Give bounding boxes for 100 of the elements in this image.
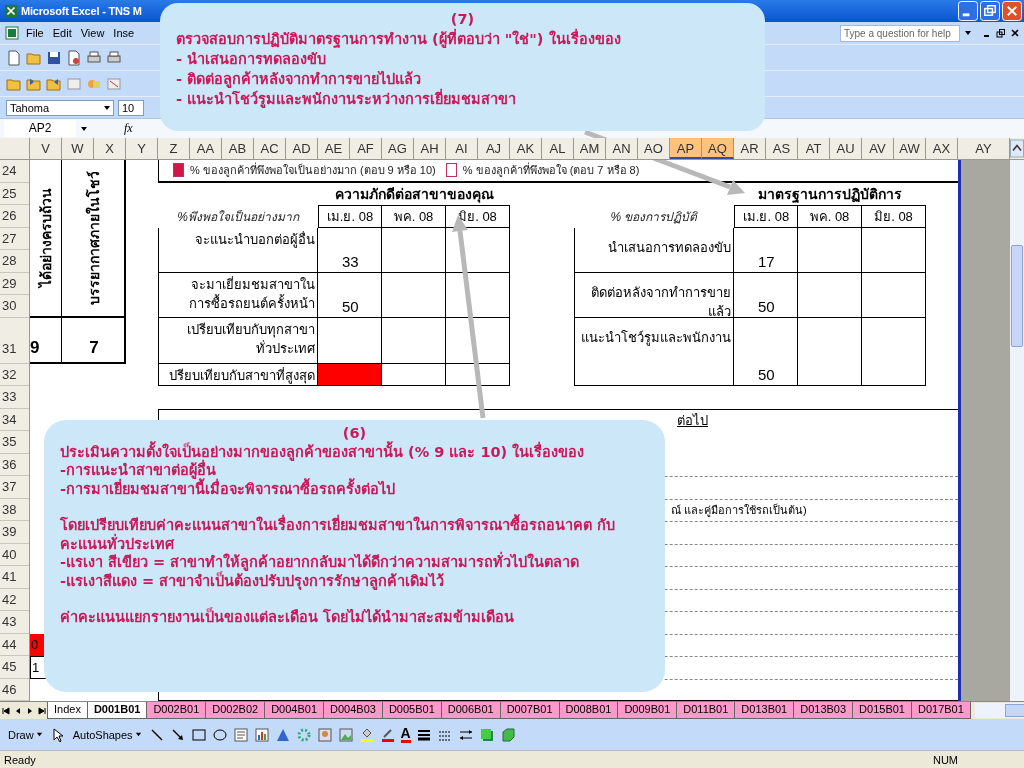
shadow-icon[interactable] xyxy=(478,726,495,743)
row-header[interactable]: 43 xyxy=(0,611,29,634)
row-header[interactable]: 37 xyxy=(0,476,29,499)
line-color-icon[interactable] xyxy=(379,726,396,743)
column-header[interactable]: AA xyxy=(190,138,222,159)
column-header[interactable]: AN xyxy=(606,138,638,159)
last-sheet-icon[interactable] xyxy=(37,705,47,716)
3d-cube-icon[interactable] xyxy=(499,726,516,743)
vertical-scrollbar[interactable] xyxy=(1010,160,1024,701)
sheet-tab[interactable]: D001B01 xyxy=(86,702,148,719)
sheet-tab[interactable]: D009B01 xyxy=(617,702,678,719)
column-header[interactable]: AG xyxy=(382,138,414,159)
row-header[interactable]: 31 xyxy=(0,317,29,364)
sheet-tab[interactable]: D004B03 xyxy=(323,702,383,719)
row-header[interactable]: 42 xyxy=(0,588,29,611)
column-header[interactable]: AJ xyxy=(478,138,510,159)
sheet-tab[interactable]: D013B01 xyxy=(734,702,795,719)
column-header[interactable]: AV xyxy=(862,138,894,159)
new-document-icon[interactable] xyxy=(6,49,22,66)
fill-color-icon[interactable] xyxy=(358,726,375,743)
save-icon[interactable] xyxy=(46,49,62,66)
row-header[interactable]: 24 xyxy=(0,160,29,183)
row-header[interactable]: 29 xyxy=(0,272,29,295)
sheet-tab[interactable]: D017B01 xyxy=(910,702,971,719)
help-search-field[interactable]: Type a question for help xyxy=(840,24,960,42)
sheet-tab[interactable]: D002B02 xyxy=(205,702,266,719)
row-header[interactable]: 36 xyxy=(0,453,29,476)
draw-menu-button[interactable]: Draw xyxy=(6,727,45,742)
name-box[interactable]: AP2 xyxy=(4,120,76,137)
rectangle-icon[interactable] xyxy=(190,726,207,743)
scrollbar-thumb[interactable] xyxy=(1011,245,1023,347)
sheet-tab[interactable]: Index xyxy=(47,702,88,719)
row-header[interactable]: 38 xyxy=(0,498,29,521)
sheet-tab[interactable]: D015B01 xyxy=(852,702,912,719)
font-size-field[interactable]: 10 xyxy=(118,99,144,116)
row-header[interactable]: 44 xyxy=(0,633,29,656)
column-header[interactable]: AX xyxy=(926,138,958,159)
column-header[interactable]: AH xyxy=(414,138,446,159)
chart-icon[interactable] xyxy=(253,726,270,743)
column-header[interactable]: X xyxy=(94,138,126,159)
row-header[interactable]: 39 xyxy=(0,521,29,544)
column-header[interactable]: AT xyxy=(798,138,830,159)
dropdown-arrow-icon[interactable] xyxy=(964,29,972,37)
font-name-field[interactable]: Tahoma xyxy=(6,99,114,116)
sheet-tab[interactable]: D008B01 xyxy=(558,702,619,719)
column-header[interactable]: AR xyxy=(734,138,766,159)
sheet-tab[interactable]: D004B01 xyxy=(264,702,325,719)
restore-icon[interactable] xyxy=(996,28,1006,38)
menu-item[interactable]: Inse xyxy=(113,27,135,39)
column-header[interactable]: AK xyxy=(510,138,542,159)
sheet-tab[interactable]: D011B01 xyxy=(676,702,736,719)
column-header[interactable]: AS xyxy=(766,138,798,159)
dropdown-arrow-icon[interactable] xyxy=(80,124,88,133)
insert-function-button[interactable]: fx xyxy=(124,121,133,136)
column-header[interactable]: AQ xyxy=(702,138,734,159)
column-header[interactable]: AE xyxy=(318,138,350,159)
column-header[interactable]: AW xyxy=(894,138,926,159)
column-header[interactable]: AM xyxy=(574,138,606,159)
column-header[interactable]: AU xyxy=(830,138,862,159)
print-icon[interactable] xyxy=(86,49,102,66)
row-header[interactable]: 35 xyxy=(0,431,29,454)
column-header[interactable]: AD xyxy=(286,138,318,159)
row-header[interactable]: 28 xyxy=(0,250,29,273)
column-header[interactable]: AC xyxy=(254,138,286,159)
row-header[interactable]: 30 xyxy=(0,295,29,318)
document-icon[interactable] xyxy=(66,49,82,66)
menu-item[interactable]: View xyxy=(80,27,105,39)
column-header[interactable]: AL xyxy=(542,138,574,159)
row-header[interactable]: 34 xyxy=(0,408,29,431)
column-header[interactable]: W xyxy=(62,138,94,159)
row-header[interactable]: 32 xyxy=(0,363,29,386)
close-icon[interactable] xyxy=(1010,28,1020,38)
sheet-tab[interactable]: D013B03 xyxy=(793,702,854,719)
sheet-tab[interactable]: D006B01 xyxy=(440,702,501,719)
row-header[interactable]: 27 xyxy=(0,227,29,250)
horizontal-scrollbar[interactable] xyxy=(974,703,1024,718)
column-header[interactable]: AP xyxy=(670,138,702,159)
sheet-tab[interactable]: D002B01 xyxy=(146,702,207,719)
row-header[interactable]: 45 xyxy=(0,656,29,679)
row-header[interactable]: 40 xyxy=(0,543,29,566)
menu-item[interactable]: File xyxy=(26,27,44,39)
sheet-tab[interactable]: D005B01 xyxy=(381,702,442,719)
row-header[interactable]: 41 xyxy=(0,566,29,589)
dropdown-arrow-icon[interactable] xyxy=(103,103,111,112)
row-header[interactable]: 33 xyxy=(0,386,29,409)
column-header[interactable]: AB xyxy=(222,138,254,159)
column-header[interactable]: AI xyxy=(446,138,478,159)
column-header[interactable]: Y xyxy=(126,138,158,159)
column-header[interactable]: AF xyxy=(350,138,382,159)
note-icon[interactable] xyxy=(106,75,122,92)
oval-icon[interactable] xyxy=(211,726,228,743)
column-header[interactable]: Z xyxy=(158,138,190,159)
print-icon[interactable] xyxy=(106,49,122,66)
menu-item[interactable]: Edit xyxy=(52,27,72,39)
sheet-tab[interactable]: D007B01 xyxy=(499,702,560,719)
first-sheet-icon[interactable] xyxy=(1,705,11,716)
row-header[interactable]: 26 xyxy=(0,205,29,228)
column-header[interactable]: V xyxy=(30,138,62,159)
autoshapes-menu-button[interactable]: AutoShapes xyxy=(70,727,144,742)
font-color-button[interactable]: A xyxy=(400,726,411,743)
